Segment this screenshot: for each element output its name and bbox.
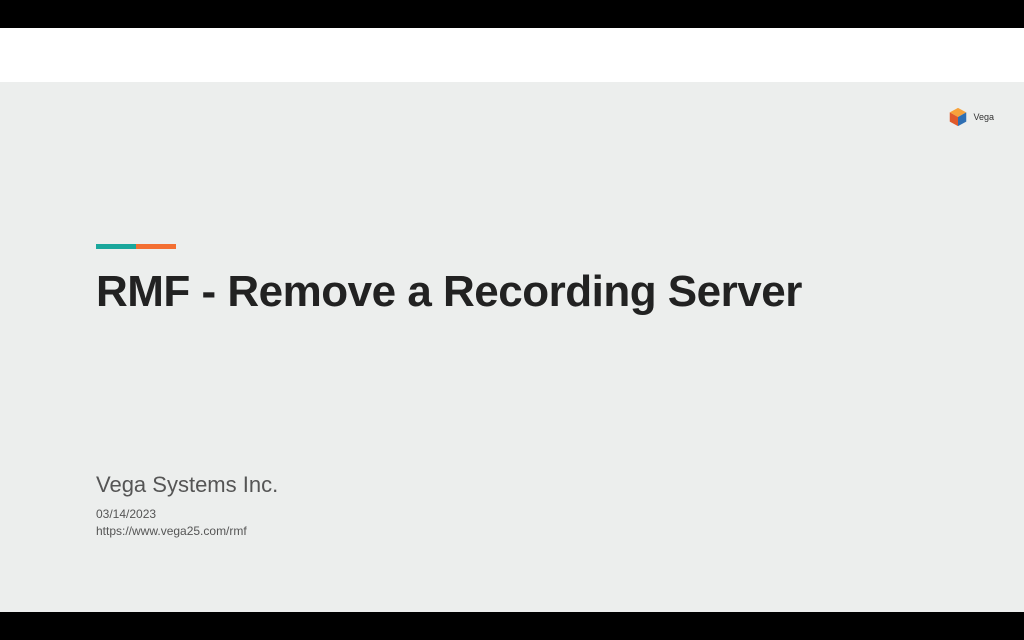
slide-date: 03/14/2023 — [96, 506, 247, 523]
slide-meta: 03/14/2023 https://www.vega25.com/rmf — [96, 506, 247, 541]
presentation-frame: Vega RMF - Remove a Recording Server Veg… — [0, 0, 1024, 640]
company-name: Vega Systems Inc. — [96, 472, 278, 498]
accent-bar — [96, 244, 176, 249]
slide-url: https://www.vega25.com/rmf — [96, 523, 247, 540]
brand-logo: Vega — [947, 106, 994, 128]
accent-teal — [96, 244, 136, 249]
accent-orange — [136, 244, 176, 249]
title-slide: Vega RMF - Remove a Recording Server Veg… — [0, 82, 1024, 612]
letterbox-bottom — [0, 612, 1024, 640]
brand-name: Vega — [973, 112, 994, 122]
cube-icon — [947, 106, 969, 128]
white-band — [0, 28, 1024, 82]
slide-title: RMF - Remove a Recording Server — [96, 268, 964, 316]
letterbox-top — [0, 0, 1024, 28]
